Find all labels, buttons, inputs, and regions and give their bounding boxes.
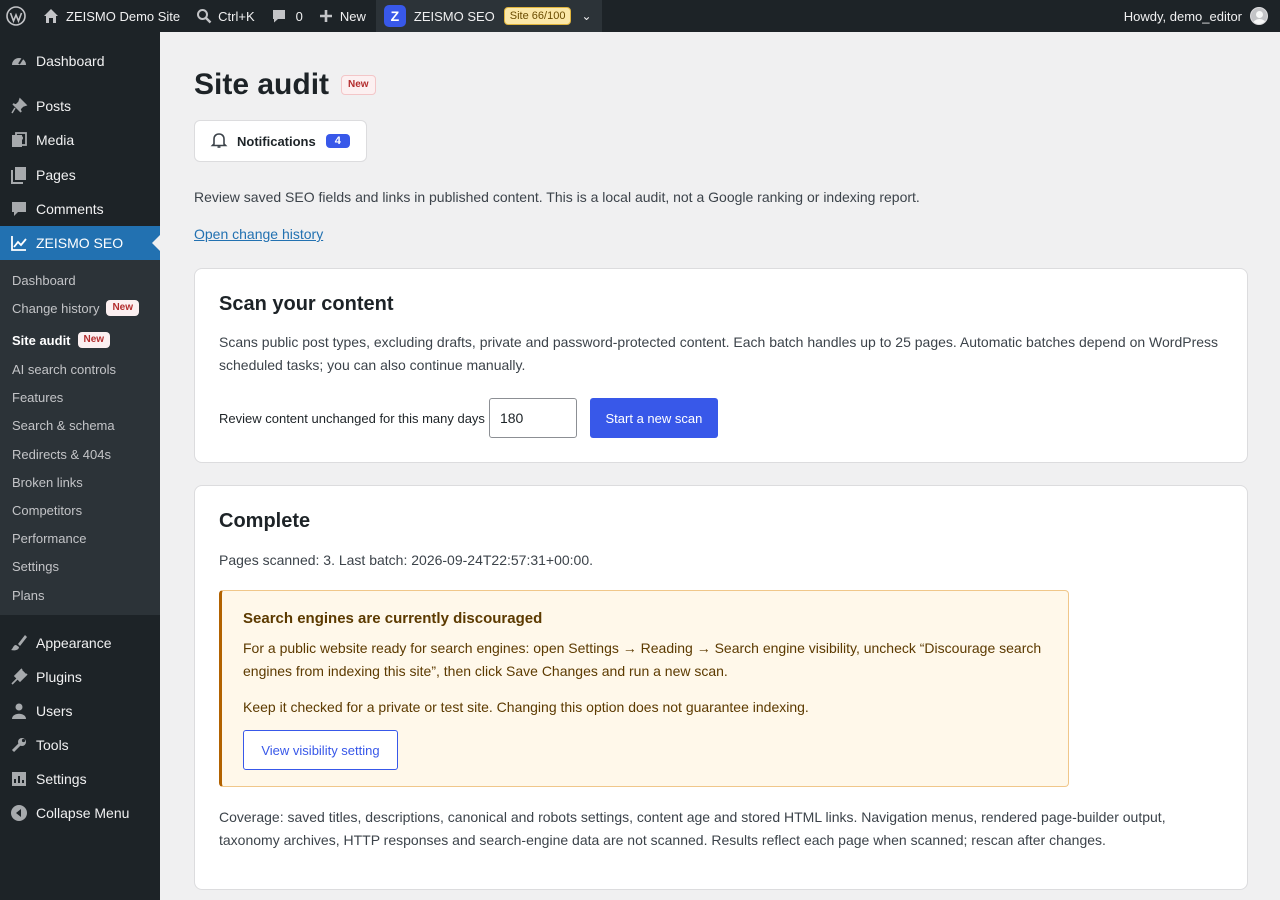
- settings-icon: [10, 770, 28, 788]
- avatar: [1250, 7, 1268, 25]
- intro-text: Review saved SEO fields and links in pub…: [194, 189, 920, 205]
- scan-description: Scans public post types, excluding draft…: [219, 334, 1219, 373]
- new-badge: New: [77, 332, 111, 348]
- scan-heading: Scan your content: [219, 293, 394, 315]
- command-search[interactable]: Ctrl+K: [188, 0, 262, 32]
- chevron-down-icon: ⌄: [581, 9, 592, 23]
- menu-item-comments[interactable]: Comments: [0, 192, 160, 226]
- comment-icon: [271, 8, 296, 24]
- menu-item-pages[interactable]: Pages: [0, 158, 160, 192]
- comments-count: 0: [295, 8, 303, 24]
- status-card: Complete Pages scanned: 3. Last batch: 2…: [194, 485, 1248, 890]
- notice-body: For a public website ready for search en…: [243, 640, 1042, 679]
- submenu-item-search-schema[interactable]: Search & schema: [12, 415, 115, 435]
- home-icon: [43, 8, 66, 24]
- dashboard-icon: [10, 52, 28, 70]
- status-heading: Complete: [219, 510, 311, 532]
- new-label: New: [339, 8, 366, 24]
- submenu-item-plans[interactable]: Plans: [12, 585, 45, 605]
- media-icon: [10, 131, 28, 149]
- wordpress-logo-icon[interactable]: [0, 0, 35, 32]
- submenu-item-features[interactable]: Features: [12, 387, 63, 407]
- notice-title: Search engines are currently discouraged: [243, 610, 543, 627]
- menu-item-plugins[interactable]: Plugins: [0, 660, 160, 694]
- admin-sidebar: Dashboard Posts Media Pages Comments ZEI…: [0, 32, 160, 900]
- notifications-label: Notifications: [237, 133, 316, 149]
- collapse-icon: [10, 804, 28, 822]
- view-visibility-setting-button[interactable]: View visibility setting: [243, 730, 398, 770]
- bell-icon: [210, 131, 237, 152]
- submenu-item-change-history[interactable]: Change history New: [12, 298, 140, 318]
- notifications-count: 4: [325, 134, 350, 148]
- comments-link[interactable]: 0: [263, 0, 311, 32]
- menu-item-dashboard[interactable]: Dashboard: [0, 44, 160, 78]
- admin-bar: ZEISMO Demo Site Ctrl+K 0 New Z ZEISMO S…: [0, 0, 1280, 32]
- site-name: ZEISMO Demo Site: [66, 8, 181, 24]
- days-input[interactable]: [488, 398, 577, 438]
- menu-item-users[interactable]: Users: [0, 694, 160, 728]
- plugin-name: ZEISMO SEO: [413, 8, 495, 24]
- scan-summary: Pages scanned: 3. Last batch: 2026-09-24…: [219, 552, 594, 568]
- change-history-link[interactable]: Open change history: [194, 226, 323, 242]
- menu-item-appearance[interactable]: Appearance: [0, 626, 160, 660]
- days-label: Review content unchanged for this many d…: [219, 410, 485, 426]
- new-badge: New: [106, 300, 140, 316]
- wrench-icon: [10, 736, 28, 754]
- greeting: Howdy, demo_editor: [1123, 8, 1242, 24]
- new-badge: New: [341, 75, 376, 95]
- submenu-item-site-audit[interactable]: Site audit New: [12, 330, 111, 350]
- menu-item-settings[interactable]: Settings: [0, 762, 160, 796]
- menu-item-media[interactable]: Media: [0, 123, 160, 157]
- menu-item-zeismo-seo[interactable]: ZEISMO SEO: [0, 226, 160, 260]
- submenu-item-competitors[interactable]: Competitors: [12, 500, 82, 520]
- zeismo-submenu: Dashboard Change history New Site audit Ne…: [0, 260, 160, 615]
- submenu-item-ai-search-controls[interactable]: AI search controls: [12, 359, 116, 379]
- submenu-item-redirects[interactable]: Redirects & 404s: [12, 444, 111, 464]
- submenu-item-dashboard[interactable]: Dashboard: [12, 270, 76, 290]
- menu-item-posts[interactable]: Posts: [0, 89, 160, 123]
- new-content-link[interactable]: New: [311, 0, 374, 32]
- submenu-item-settings[interactable]: Settings: [12, 556, 59, 576]
- submenu-item-performance[interactable]: Performance: [12, 528, 86, 548]
- search-shortcut: Ctrl+K: [218, 8, 255, 24]
- plugin-icon: [10, 668, 28, 686]
- search-icon: [196, 8, 218, 24]
- user-icon: [10, 702, 28, 720]
- notice-note: Keep it checked for a private or test si…: [243, 699, 809, 715]
- site-name-link[interactable]: ZEISMO Demo Site: [35, 0, 188, 32]
- comment-icon: [10, 200, 28, 218]
- submenu-item-broken-links[interactable]: Broken links: [12, 472, 83, 492]
- site-score-badge: Site 66/100: [503, 7, 572, 25]
- plus-icon: [319, 9, 340, 23]
- zeismo-logo-icon: Z: [383, 5, 406, 27]
- pin-icon: [10, 97, 28, 115]
- scan-card: Scan your content Scans public post type…: [194, 268, 1248, 463]
- menu-item-collapse[interactable]: Collapse Menu: [0, 796, 160, 830]
- visibility-notice: Search engines are currently discouraged…: [219, 590, 1069, 787]
- brush-icon: [10, 634, 28, 652]
- coverage-text: Coverage: saved titles, descriptions, ca…: [219, 809, 1166, 848]
- menu-item-tools[interactable]: Tools: [0, 728, 160, 762]
- zeismo-seo-menu[interactable]: Z ZEISMO SEO Site 66/100 ⌄: [375, 0, 602, 32]
- scan-controls: Review content unchanged for this many d…: [219, 398, 718, 438]
- pages-icon: [10, 166, 28, 184]
- notifications-button[interactable]: Notifications 4: [194, 120, 367, 162]
- main-content: Site audit New Notifications 4 Review sa…: [160, 32, 1280, 900]
- account-menu[interactable]: Howdy, demo_editor: [1124, 7, 1280, 25]
- chart-icon: [10, 234, 28, 252]
- page-title: Site audit New: [194, 68, 376, 102]
- start-scan-button[interactable]: Start a new scan: [589, 398, 718, 438]
